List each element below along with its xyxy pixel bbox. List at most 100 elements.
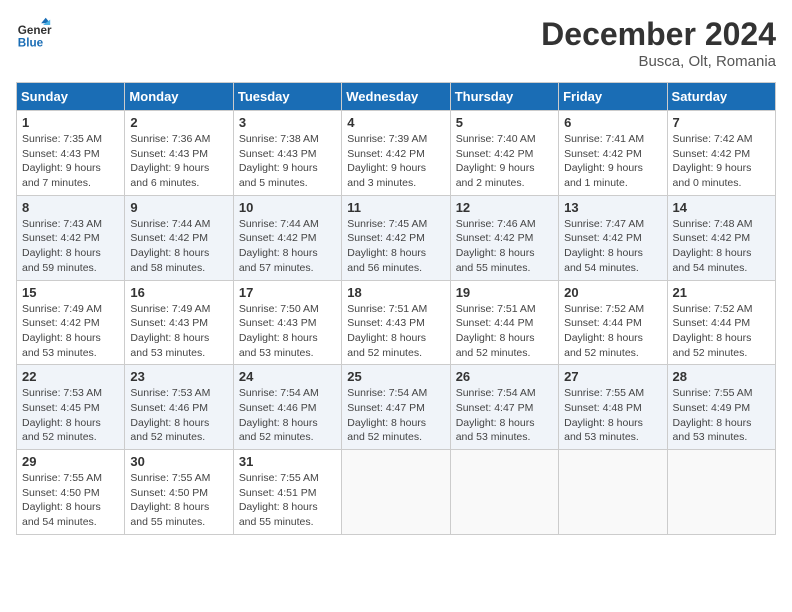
day-number: 16 [130, 285, 227, 300]
calendar-cell: 23 Sunrise: 7:53 AMSunset: 4:46 PMDayligh… [125, 365, 233, 450]
day-info: Sunrise: 7:48 AMSunset: 4:42 PMDaylight:… [673, 217, 770, 276]
day-info: Sunrise: 7:38 AMSunset: 4:43 PMDaylight:… [239, 132, 336, 191]
weekday-header: Saturday [667, 83, 775, 111]
day-number: 14 [673, 200, 770, 215]
logo-icon: General Blue [16, 16, 52, 52]
day-number: 5 [456, 115, 553, 130]
day-number: 21 [673, 285, 770, 300]
page-header: General Blue December 2024 Busca, Olt, R… [16, 16, 776, 70]
calendar-cell: 3 Sunrise: 7:38 AMSunset: 4:43 PMDaylight… [233, 111, 341, 196]
calendar-cell [667, 450, 775, 535]
weekday-header: Wednesday [342, 83, 450, 111]
day-number: 1 [22, 115, 119, 130]
day-number: 3 [239, 115, 336, 130]
day-info: Sunrise: 7:55 AMSunset: 4:49 PMDaylight:… [673, 386, 770, 445]
calendar-cell: 11 Sunrise: 7:45 AMSunset: 4:42 PMDayligh… [342, 195, 450, 280]
day-number: 31 [239, 454, 336, 469]
day-number: 22 [22, 369, 119, 384]
weekday-header: Thursday [450, 83, 558, 111]
calendar-cell: 29 Sunrise: 7:55 AMSunset: 4:50 PMDayligh… [17, 450, 125, 535]
title-area: December 2024 Busca, Olt, Romania [541, 16, 776, 70]
calendar-cell: 20 Sunrise: 7:52 AMSunset: 4:44 PMDayligh… [559, 280, 667, 365]
day-info: Sunrise: 7:45 AMSunset: 4:42 PMDaylight:… [347, 217, 444, 276]
day-info: Sunrise: 7:40 AMSunset: 4:42 PMDaylight:… [456, 132, 553, 191]
day-number: 24 [239, 369, 336, 384]
calendar-cell: 12 Sunrise: 7:46 AMSunset: 4:42 PMDayligh… [450, 195, 558, 280]
day-info: Sunrise: 7:41 AMSunset: 4:42 PMDaylight:… [564, 132, 661, 191]
day-info: Sunrise: 7:53 AMSunset: 4:45 PMDaylight:… [22, 386, 119, 445]
svg-text:General: General [18, 24, 52, 37]
calendar-week-row: 22 Sunrise: 7:53 AMSunset: 4:45 PMDayligh… [17, 365, 776, 450]
month-title: December 2024 [541, 16, 776, 53]
calendar-cell: 16Sunrise: 7:49 AMSunset: 4:43 PMDayligh… [125, 280, 233, 365]
location: Busca, Olt, Romania [541, 53, 776, 70]
calendar-cell: 15 Sunrise: 7:49 AMSunset: 4:42 PMDayligh… [17, 280, 125, 365]
calendar-header-row: SundayMondayTuesdayWednesdayThursdayFrid… [17, 83, 776, 111]
day-info: Sunrise: 7:54 AMSunset: 4:47 PMDaylight:… [456, 386, 553, 445]
calendar-cell: 17Sunrise: 7:50 AMSunset: 4:43 PMDayligh… [233, 280, 341, 365]
day-info: Sunrise: 7:55 AMSunset: 4:50 PMDaylight:… [22, 471, 119, 530]
calendar-cell: 18Sunrise: 7:51 AMSunset: 4:43 PMDayligh… [342, 280, 450, 365]
calendar-cell: 4 Sunrise: 7:39 AMSunset: 4:42 PMDaylight… [342, 111, 450, 196]
day-number: 29 [22, 454, 119, 469]
day-number: 12 [456, 200, 553, 215]
logo: General Blue [16, 16, 52, 52]
day-info: Sunrise: 7:52 AMSunset: 4:44 PMDaylight:… [564, 302, 661, 361]
calendar-table: SundayMondayTuesdayWednesdayThursdayFrid… [16, 82, 776, 535]
calendar-cell: 28Sunrise: 7:55 AMSunset: 4:49 PMDayligh… [667, 365, 775, 450]
day-number: 15 [22, 285, 119, 300]
day-info: Sunrise: 7:46 AMSunset: 4:42 PMDaylight:… [456, 217, 553, 276]
day-number: 4 [347, 115, 444, 130]
calendar-cell: 31 Sunrise: 7:55 AMSunset: 4:51 PMDayligh… [233, 450, 341, 535]
calendar-week-row: 1 Sunrise: 7:35 AMSunset: 4:43 PMDaylight… [17, 111, 776, 196]
calendar-body: 1 Sunrise: 7:35 AMSunset: 4:43 PMDaylight… [17, 111, 776, 535]
day-info: Sunrise: 7:47 AMSunset: 4:42 PMDaylight:… [564, 217, 661, 276]
day-number: 20 [564, 285, 661, 300]
day-info: Sunrise: 7:53 AMSunset: 4:46 PMDaylight:… [130, 386, 227, 445]
day-number: 30 [130, 454, 227, 469]
day-info: Sunrise: 7:50 AMSunset: 4:43 PMDaylight:… [239, 302, 336, 361]
calendar-cell: 6Sunrise: 7:41 AMSunset: 4:42 PMDaylight… [559, 111, 667, 196]
day-info: Sunrise: 7:36 AMSunset: 4:43 PMDaylight:… [130, 132, 227, 191]
day-info: Sunrise: 7:49 AMSunset: 4:42 PMDaylight:… [22, 302, 119, 361]
day-info: Sunrise: 7:55 AMSunset: 4:51 PMDaylight:… [239, 471, 336, 530]
day-number: 23 [130, 369, 227, 384]
day-info: Sunrise: 7:54 AMSunset: 4:47 PMDaylight:… [347, 386, 444, 445]
calendar-cell: 13 Sunrise: 7:47 AMSunset: 4:42 PMDayligh… [559, 195, 667, 280]
day-number: 19 [456, 285, 553, 300]
calendar-cell: 30 Sunrise: 7:55 AMSunset: 4:50 PMDayligh… [125, 450, 233, 535]
weekday-header: Monday [125, 83, 233, 111]
day-info: Sunrise: 7:35 AMSunset: 4:43 PMDaylight:… [22, 132, 119, 191]
weekday-header: Sunday [17, 83, 125, 111]
day-info: Sunrise: 7:55 AMSunset: 4:48 PMDaylight:… [564, 386, 661, 445]
day-info: Sunrise: 7:44 AMSunset: 4:42 PMDaylight:… [239, 217, 336, 276]
day-info: Sunrise: 7:43 AMSunset: 4:42 PMDaylight:… [22, 217, 119, 276]
calendar-cell [450, 450, 558, 535]
calendar-week-row: 15 Sunrise: 7:49 AMSunset: 4:42 PMDayligh… [17, 280, 776, 365]
day-number: 27 [564, 369, 661, 384]
calendar-cell: 9 Sunrise: 7:44 AMSunset: 4:42 PMDaylight… [125, 195, 233, 280]
calendar-cell: 26 Sunrise: 7:54 AMSunset: 4:47 PMDayligh… [450, 365, 558, 450]
day-number: 25 [347, 369, 444, 384]
day-number: 2 [130, 115, 227, 130]
day-info: Sunrise: 7:39 AMSunset: 4:42 PMDaylight:… [347, 132, 444, 191]
day-number: 26 [456, 369, 553, 384]
weekday-header: Tuesday [233, 83, 341, 111]
calendar-cell [342, 450, 450, 535]
calendar-cell: 1 Sunrise: 7:35 AMSunset: 4:43 PMDaylight… [17, 111, 125, 196]
svg-text:Blue: Blue [18, 37, 44, 50]
day-info: Sunrise: 7:55 AMSunset: 4:50 PMDaylight:… [130, 471, 227, 530]
calendar-cell: 10 Sunrise: 7:44 AMSunset: 4:42 PMDayligh… [233, 195, 341, 280]
calendar-cell: 25 Sunrise: 7:54 AMSunset: 4:47 PMDayligh… [342, 365, 450, 450]
day-number: 9 [130, 200, 227, 215]
calendar-cell: 22 Sunrise: 7:53 AMSunset: 4:45 PMDayligh… [17, 365, 125, 450]
calendar-cell: 2 Sunrise: 7:36 AMSunset: 4:43 PMDaylight… [125, 111, 233, 196]
day-info: Sunrise: 7:44 AMSunset: 4:42 PMDaylight:… [130, 217, 227, 276]
calendar-cell: 5 Sunrise: 7:40 AMSunset: 4:42 PMDaylight… [450, 111, 558, 196]
calendar-cell: 27 Sunrise: 7:55 AMSunset: 4:48 PMDayligh… [559, 365, 667, 450]
calendar-cell: 24Sunrise: 7:54 AMSunset: 4:46 PMDayligh… [233, 365, 341, 450]
day-number: 13 [564, 200, 661, 215]
day-number: 10 [239, 200, 336, 215]
day-number: 11 [347, 200, 444, 215]
day-info: Sunrise: 7:51 AMSunset: 4:44 PMDaylight:… [456, 302, 553, 361]
